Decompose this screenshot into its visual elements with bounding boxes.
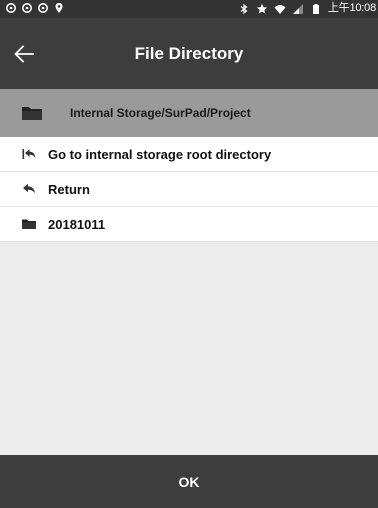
bluetooth-icon bbox=[240, 3, 248, 14]
list-item-root-directory[interactable]: Go to internal storage root directory bbox=[0, 137, 378, 172]
notification-icon bbox=[22, 3, 32, 13]
current-path-bar: Internal Storage/SurPad/Project bbox=[0, 89, 378, 137]
list-item-label: Return bbox=[48, 181, 90, 197]
list-item-label: Go to internal storage root directory bbox=[48, 146, 272, 162]
list-item-folder[interactable]: 20181011 bbox=[0, 207, 378, 242]
app-bar: File Directory bbox=[0, 18, 378, 89]
list-item-label: 20181011 bbox=[48, 216, 106, 232]
back-button[interactable] bbox=[0, 18, 48, 89]
notification-icon bbox=[38, 3, 48, 13]
ok-button[interactable]: OK bbox=[0, 455, 378, 508]
location-icon bbox=[55, 3, 63, 13]
notification-icon bbox=[6, 3, 16, 13]
return-icon bbox=[23, 183, 35, 194]
status-right-icons: 上午10:08 bbox=[238, 2, 376, 15]
star-icon bbox=[256, 3, 268, 14]
current-path-text: Internal Storage/SurPad/Project bbox=[70, 106, 251, 120]
status-bar: 上午10:08 bbox=[0, 0, 378, 18]
folder-icon bbox=[22, 219, 36, 229]
directory-list: Go to internal storage root directory Re… bbox=[0, 137, 378, 242]
page-title: File Directory bbox=[134, 43, 244, 63]
battery-icon bbox=[312, 3, 319, 14]
arrow-left-icon bbox=[14, 44, 34, 63]
root-return-icon bbox=[22, 149, 36, 159]
folder-icon bbox=[22, 107, 42, 120]
list-item-return[interactable]: Return bbox=[0, 172, 378, 207]
status-time: 上午10:08 bbox=[327, 2, 376, 14]
signal-icon bbox=[292, 3, 303, 14]
wifi-icon bbox=[274, 4, 286, 14]
status-left-icons bbox=[5, 2, 65, 14]
